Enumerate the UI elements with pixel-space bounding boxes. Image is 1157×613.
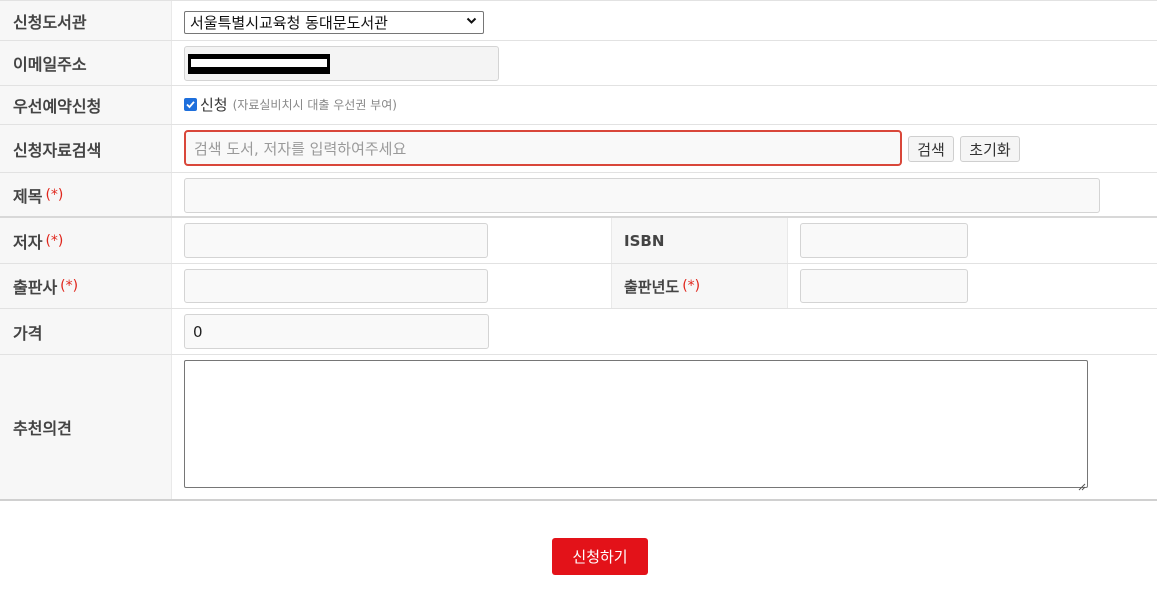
price-label: 가격 <box>0 309 172 354</box>
row-priority: 우선예약신청 신청 (자료실비치시 대출 우선권 부여) <box>0 86 1157 125</box>
row-title: 제목 (*) <box>0 173 1157 218</box>
row-publisher: 출판사 (*) 출판년도 (*) <box>0 264 1157 309</box>
title-field[interactable] <box>184 178 1100 213</box>
row-library: 신청도서관 서울특별시교육청 동대문도서관 <box>0 0 1157 41</box>
email-label: 이메일주소 <box>0 41 172 85</box>
opinion-label: 추천의견 <box>0 355 172 499</box>
opinion-textarea[interactable] <box>184 360 1088 491</box>
submit-button[interactable]: 신청하기 <box>552 538 648 575</box>
price-field[interactable]: 0 <box>184 314 489 349</box>
required-mark: (*) <box>60 278 79 294</box>
author-field[interactable] <box>184 223 488 258</box>
email-field[interactable] <box>184 46 499 81</box>
search-label: 신청자료검색 <box>0 125 172 172</box>
priority-note: (자료실비치시 대출 우선권 부여) <box>232 98 397 112</box>
priority-checkbox[interactable] <box>184 98 197 111</box>
title-label-text: 제목 <box>13 186 43 206</box>
priority-label: 우선예약신청 <box>0 86 172 124</box>
row-email: 이메일주소 <box>0 41 1157 86</box>
reset-button[interactable]: 초기화 <box>960 136 1020 162</box>
required-mark: (*) <box>682 278 701 294</box>
chevron-down-icon <box>466 15 477 29</box>
priority-option: 신청 (자료실비치시 대출 우선권 부여) <box>184 94 397 115</box>
title-label: 제목 (*) <box>0 173 172 216</box>
library-label: 신청도서관 <box>0 1 172 40</box>
redacted-email-inner <box>191 59 327 67</box>
required-mark: (*) <box>45 186 64 203</box>
search-input[interactable]: 검색 도서, 저자를 입력하여주세요 <box>184 130 902 166</box>
priority-checkbox-label: 신청 <box>200 96 228 114</box>
resize-handle-icon[interactable] <box>1076 476 1086 491</box>
publisher-label: 출판사 (*) <box>0 264 172 308</box>
library-select-value: 서울특별시교육청 동대문도서관 <box>190 14 388 32</box>
pubyear-field[interactable] <box>800 269 968 303</box>
isbn-field[interactable] <box>800 223 968 258</box>
author-label: 저자 (*) <box>0 218 172 263</box>
row-author: 저자 (*) ISBN <box>0 218 1157 264</box>
pubyear-label-text: 출판년도 <box>624 277 680 296</box>
price-value: 0 <box>193 322 203 341</box>
publisher-field[interactable] <box>184 269 488 303</box>
library-select[interactable]: 서울특별시교육청 동대문도서관 <box>184 11 484 34</box>
search-placeholder: 검색 도서, 저자를 입력하여주세요 <box>194 139 407 158</box>
author-label-text: 저자 <box>13 232 43 252</box>
pubyear-label: 출판년도 (*) <box>611 264 788 308</box>
required-mark: (*) <box>45 232 64 249</box>
search-button[interactable]: 검색 <box>908 136 954 162</box>
publisher-label-text: 출판사 <box>13 278 58 297</box>
row-price: 가격 0 <box>0 309 1157 355</box>
row-opinion: 추천의견 <box>0 355 1157 501</box>
isbn-label: ISBN <box>611 218 788 263</box>
